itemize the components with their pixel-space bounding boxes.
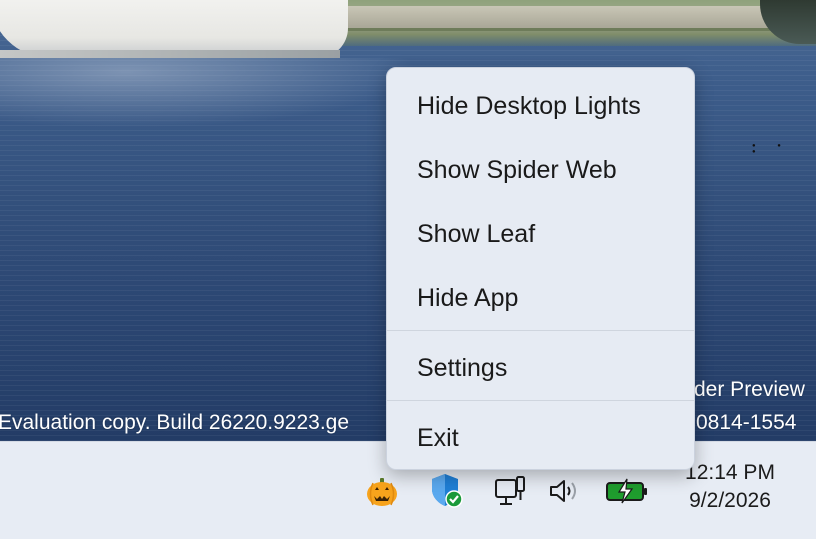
wallpaper-birds: ● ● ●	[752, 143, 791, 155]
volume-icon[interactable]	[547, 473, 583, 509]
menu-item-hide-app[interactable]: Hide App	[387, 270, 694, 326]
menu-item-show-spider-web[interactable]: Show Spider Web	[387, 142, 694, 198]
watermark-build-text: Evaluation copy. Build 26220.9223.ge	[0, 411, 350, 434]
watermark-build-suffix: 0814-1554	[696, 411, 797, 434]
tray-context-menu: Hide Desktop Lights Show Spider Web Show…	[386, 67, 695, 470]
menu-item-exit[interactable]: Exit	[387, 410, 694, 466]
wallpaper-seawall	[340, 6, 790, 31]
battery-charging-icon[interactable]	[604, 473, 650, 509]
pumpkin-icon[interactable]	[364, 474, 400, 510]
menu-item-settings[interactable]: Settings	[387, 340, 694, 396]
menu-item-show-leaf[interactable]: Show Leaf	[387, 206, 694, 262]
watermark-preview-text: der Preview	[694, 378, 805, 401]
security-shield-icon[interactable]	[428, 472, 464, 508]
network-icon[interactable]	[492, 473, 528, 509]
menu-separator	[387, 400, 694, 401]
wallpaper-boat-stripe	[0, 50, 340, 58]
menu-item-hide-desktop-lights[interactable]: Hide Desktop Lights	[387, 78, 694, 134]
clock-date: 9/2/2026	[689, 489, 771, 512]
wallpaper-glare	[0, 58, 420, 128]
menu-separator	[387, 330, 694, 331]
